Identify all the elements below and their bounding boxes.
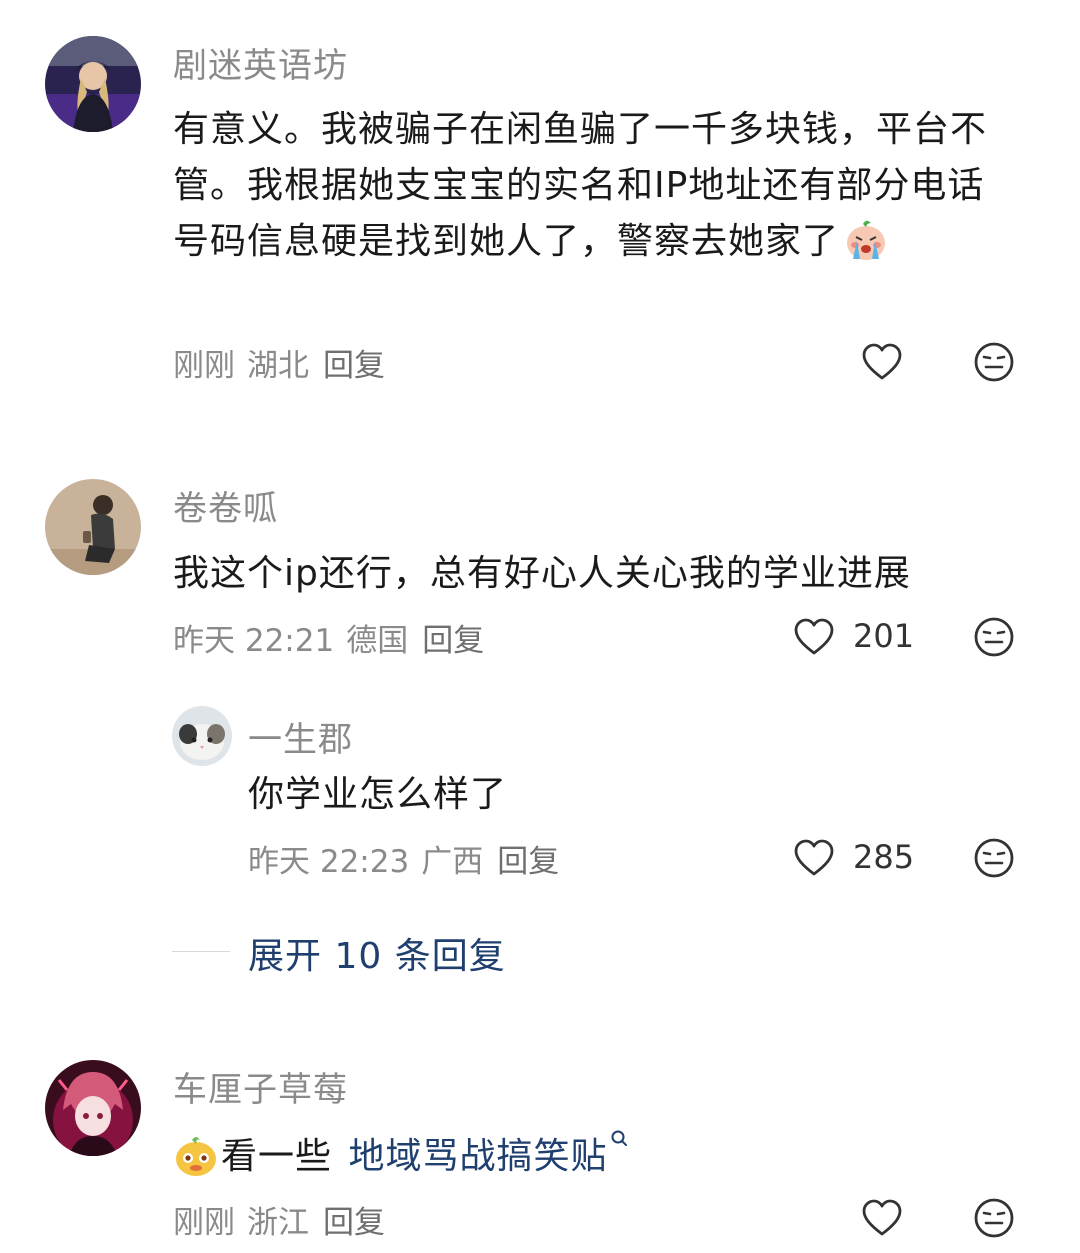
meh-face-icon (974, 1198, 1014, 1238)
username[interactable]: 卷卷呱 (173, 481, 278, 530)
expand-replies-button[interactable]: 展开 10 条回复 (172, 925, 572, 979)
comment-meta: 刚刚 浙江 回复 (173, 1197, 385, 1242)
expand-replies-label: 展开 10 条回复 (248, 936, 506, 977)
search-suggestion-text: 地域骂战搞笑贴 (348, 1136, 608, 1177)
comment-time: 昨天 22:21 (173, 623, 335, 659)
avatar[interactable] (45, 1060, 141, 1156)
reply-item: 一生郡 你学业怎么样了 昨天 22:23 广西 回复 285 (0, 700, 1080, 900)
like-button[interactable] (792, 615, 836, 659)
comment-time: 昨天 22:23 (248, 844, 410, 880)
comment-item: 剧迷英语坊 有意义。我被骗子在闲鱼骗了一千多块钱，平台不管。我根据她支宝宝的实名… (0, 0, 1080, 420)
heart-outline-icon (862, 1199, 902, 1236)
dislike-button[interactable] (972, 1196, 1016, 1240)
username[interactable]: 车厘子草莓 (173, 1062, 348, 1111)
like-button[interactable] (860, 1196, 904, 1240)
reply-button[interactable]: 回复 (497, 844, 559, 880)
comment-item: 卷卷呱 我这个ip还行，总有好心人关心我的学业进展 昨天 22:21 德国 回复 2… (0, 470, 1080, 1000)
dislike-button[interactable] (972, 836, 1016, 880)
dislike-button[interactable] (972, 340, 1016, 384)
comment-time: 刚刚 (173, 1205, 235, 1241)
comment-item: 车厘子草莓 看一些 地域骂战搞笑贴 刚刚 浙江 回复 (0, 1050, 1080, 1253)
comment-body: 看一些 (221, 1136, 333, 1177)
comment-location: 广西 (421, 844, 484, 880)
comment-location: 湖北 (247, 348, 309, 384)
crying-face-sticker-icon (843, 217, 889, 263)
like-count: 285 (853, 838, 915, 876)
like-button[interactable] (860, 340, 904, 384)
search-suggestion-link[interactable]: 地域骂战搞笑贴 (348, 1130, 631, 1177)
meh-face-icon (974, 342, 1014, 382)
comment-meta: 昨天 22:21 德国 回复 (173, 615, 484, 660)
username[interactable]: 一生郡 (248, 712, 353, 761)
username[interactable]: 剧迷英语坊 (173, 38, 348, 87)
yellow-bun-sticker-icon (173, 1132, 219, 1178)
comment-location: 德国 (346, 623, 409, 659)
meh-face-icon (974, 617, 1014, 657)
heart-outline-icon (794, 839, 834, 876)
avatar[interactable] (45, 479, 141, 575)
comment-text: 有意义。我被骗子在闲鱼骗了一千多块钱，平台不管。我根据她支宝宝的实名和IP地址还… (173, 102, 1021, 270)
comment-text: 你学业怎么样了 (248, 774, 508, 815)
dislike-button[interactable] (972, 615, 1016, 659)
avatar[interactable] (172, 706, 232, 766)
heart-outline-icon (794, 618, 834, 655)
avatar[interactable] (45, 36, 141, 132)
expand-divider (172, 951, 230, 952)
search-icon (611, 1130, 628, 1146)
reply-button[interactable]: 回复 (323, 1205, 385, 1241)
like-count: 201 (853, 617, 915, 655)
heart-outline-icon (862, 343, 902, 380)
reply-button[interactable]: 回复 (422, 623, 484, 659)
comment-meta: 昨天 22:23 广西 回复 (248, 836, 559, 881)
reply-button[interactable]: 回复 (323, 348, 385, 384)
comment-location: 浙江 (247, 1205, 309, 1241)
comment-time: 刚刚 (173, 348, 235, 384)
comment-text: 我这个ip还行，总有好心人关心我的学业进展 (173, 553, 911, 594)
meh-face-icon (974, 838, 1014, 878)
comment-text: 看一些 地域骂战搞笑贴 (173, 1128, 1021, 1185)
comment-meta: 刚刚 湖北 回复 (173, 340, 385, 385)
like-button[interactable] (792, 836, 836, 880)
